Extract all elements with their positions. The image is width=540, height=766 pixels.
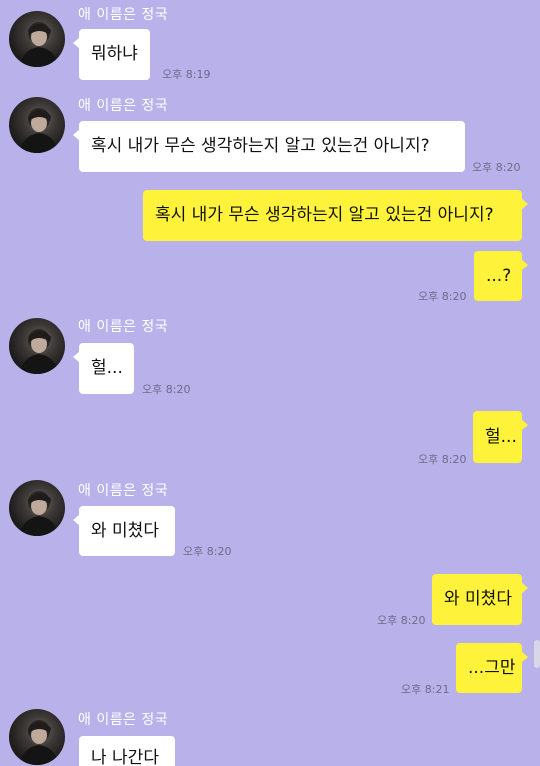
sender-name: 애 이름은 정국 — [78, 483, 169, 499]
profile-photo-icon — [19, 720, 59, 765]
message-time: 오후 8:19 — [162, 68, 211, 81]
scrollbar[interactable] — [534, 640, 540, 668]
profile-photo-icon — [19, 329, 59, 374]
message-time: 오후 8:20 — [183, 545, 232, 558]
profile-photo-icon — [19, 108, 59, 153]
avatar[interactable] — [9, 318, 65, 374]
message-bubble-outgoing[interactable]: 와 미쳤다 — [432, 574, 528, 625]
message-bubble-incoming[interactable]: 헐... — [73, 343, 134, 394]
chat-area: 애 이름은 정국 뭐하냐 오후 8:19 애 이름은 정국 혹시 내가 무슨 생… — [0, 0, 540, 766]
message-time: 오후 8:20 — [418, 290, 467, 303]
message-bubble-outgoing[interactable]: ...? — [474, 251, 528, 301]
avatar[interactable] — [9, 11, 65, 67]
message-bubble-incoming[interactable]: 와 미쳤다 — [73, 506, 175, 556]
message-bubble-incoming[interactable]: 혹시 내가 무슨 생각하는지 알고 있는건 아니지? — [73, 121, 465, 172]
profile-photo-icon — [19, 491, 59, 536]
avatar[interactable] — [9, 97, 65, 153]
message-time: 오후 8:20 — [377, 614, 426, 627]
message-time: 오후 8:20 — [142, 383, 191, 396]
message-bubble-outgoing[interactable]: ...그만 — [456, 643, 528, 693]
avatar[interactable] — [9, 709, 65, 765]
sender-name: 애 이름은 정국 — [78, 319, 169, 335]
message-time: 오후 8:21 — [401, 683, 450, 696]
sender-name: 애 이름은 정국 — [78, 98, 169, 114]
message-bubble-incoming[interactable]: 뭐하냐 — [73, 29, 150, 80]
message-time: 오후 8:20 — [418, 453, 467, 466]
message-time: 오후 8:20 — [472, 161, 521, 174]
message-bubble-incoming[interactable]: 나 나간다 — [79, 736, 175, 766]
avatar[interactable] — [9, 480, 65, 536]
profile-photo-icon — [19, 22, 59, 67]
message-bubble-outgoing[interactable]: 혹시 내가 무슨 생각하는지 알고 있는건 아니지? — [143, 190, 528, 241]
sender-name: 애 이름은 정국 — [78, 7, 169, 23]
sender-name: 애 이름은 정국 — [78, 712, 169, 728]
message-bubble-outgoing[interactable]: 헐... — [473, 411, 528, 463]
